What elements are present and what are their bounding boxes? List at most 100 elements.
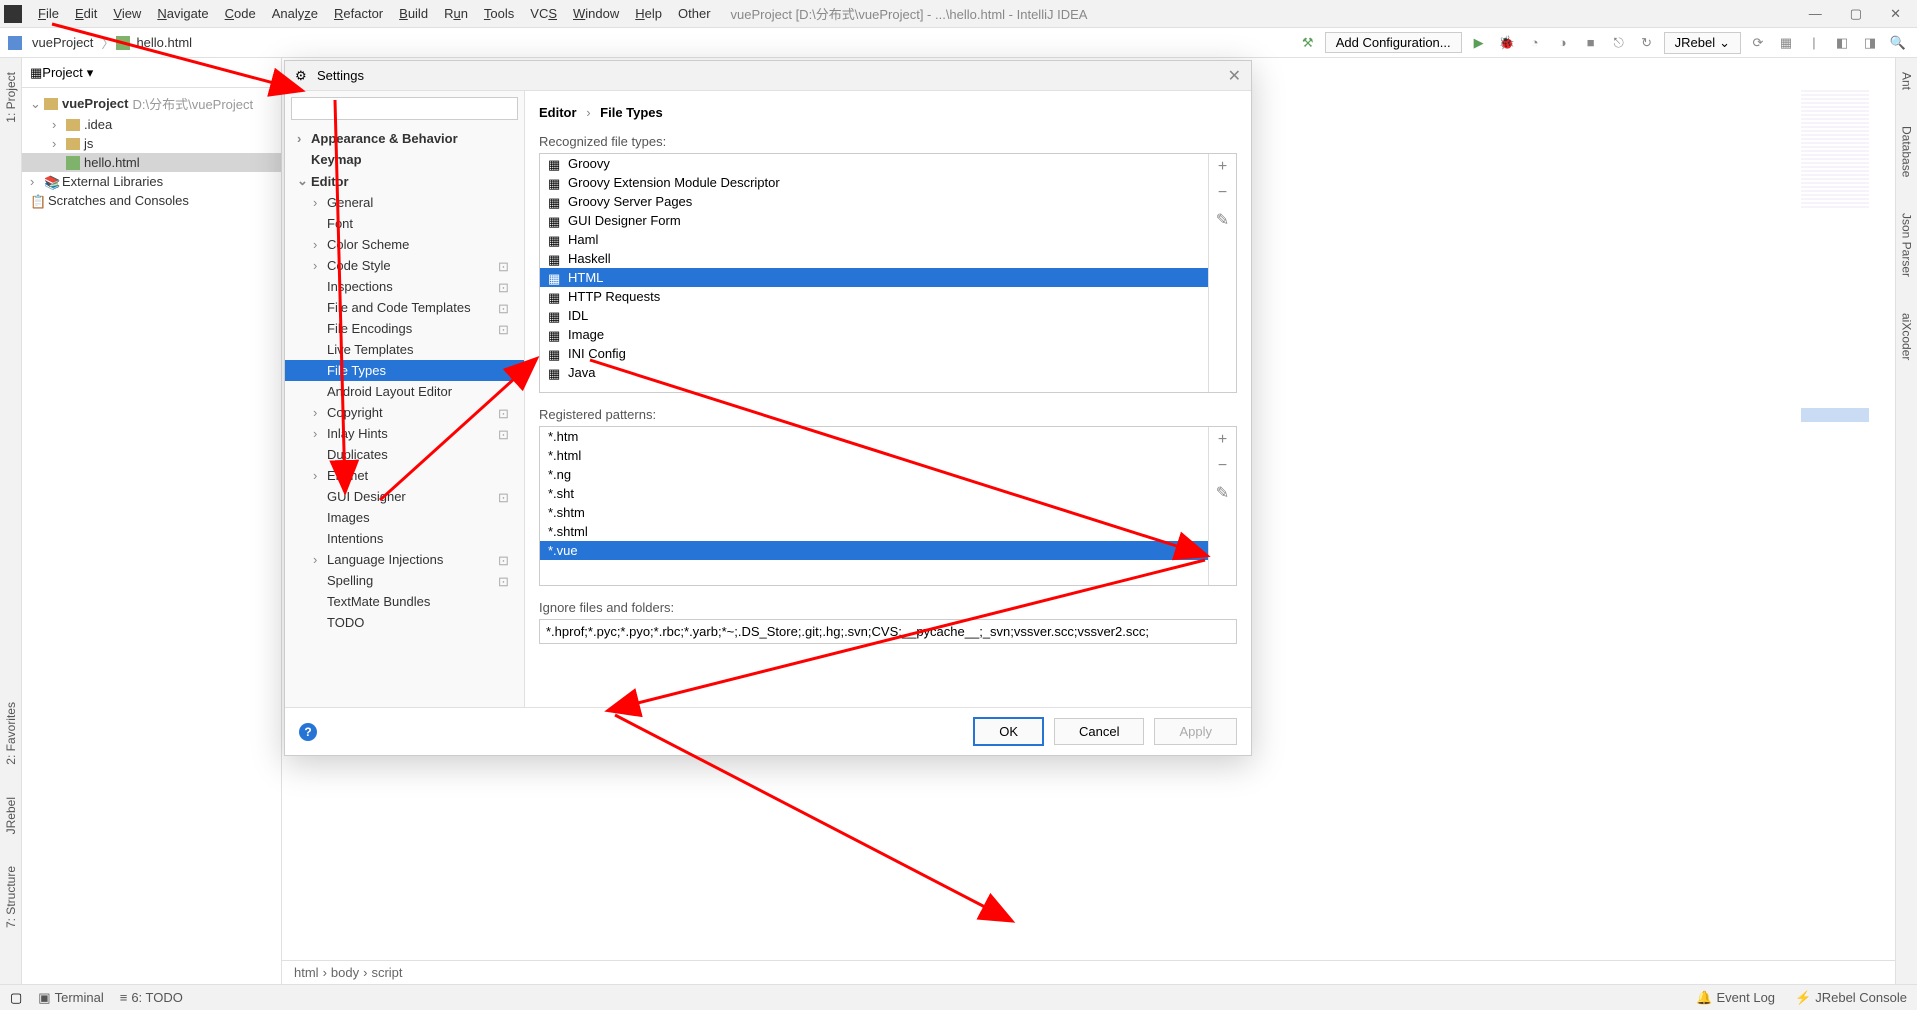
settings-tree-item[interactable]: ›General	[285, 192, 524, 213]
filetype-item[interactable]: ▦Groovy	[540, 154, 1208, 173]
menu-analyze[interactable]: Analyze	[264, 6, 326, 21]
menu-file[interactable]: File	[30, 6, 67, 21]
edit-icon[interactable]: ✎	[1216, 210, 1229, 230]
settings-tree-item[interactable]: Images	[285, 507, 524, 528]
tree-scratches[interactable]: 📋 Scratches and Consoles	[22, 191, 281, 210]
menu-tools[interactable]: Tools	[476, 6, 522, 21]
panel2-icon[interactable]: ◨	[1859, 32, 1881, 54]
pattern-item[interactable]: *.shtm	[540, 503, 1208, 522]
filetype-item[interactable]: ▦Groovy Extension Module Descriptor	[540, 173, 1208, 192]
ignore-input[interactable]	[539, 619, 1237, 644]
settings-tree-item[interactable]: ›Copyright⊡	[285, 402, 524, 423]
settings-tree-item[interactable]: Keymap	[285, 149, 524, 170]
pattern-item[interactable]: *.sht	[540, 484, 1208, 503]
pattern-item[interactable]: *.vue	[540, 541, 1208, 560]
menu-refactor[interactable]: Refactor	[326, 6, 391, 21]
minimap[interactable]	[1801, 90, 1869, 210]
help-icon[interactable]: ?	[299, 723, 317, 741]
settings-tree-item[interactable]: ›Code Style⊡	[285, 255, 524, 276]
menu-help[interactable]: Help	[627, 6, 670, 21]
filetype-item[interactable]: ▦HTML	[540, 268, 1208, 287]
settings-tree-item[interactable]: ›Language Injections⊡	[285, 549, 524, 570]
add-configuration-button[interactable]: Add Configuration...	[1325, 32, 1462, 53]
tab-favorites[interactable]: 2: Favorites	[2, 696, 20, 771]
attach-icon[interactable]: ⎋	[1608, 32, 1630, 54]
settings-tree-item[interactable]: File and Code Templates⊡	[285, 297, 524, 318]
ok-button[interactable]: OK	[973, 717, 1044, 746]
jrebel-console-button[interactable]: ⚡ JRebel Console	[1795, 990, 1907, 1006]
settings-tree-item[interactable]: ⌄Editor	[285, 170, 524, 192]
settings-tree-item[interactable]: Android Layout Editor	[285, 381, 524, 402]
settings-tree-item[interactable]: GUI Designer⊡	[285, 486, 524, 507]
panel-icon[interactable]: ◧	[1831, 32, 1853, 54]
menu-edit[interactable]: Edit	[67, 6, 105, 21]
settings-tree-item[interactable]: File Types	[285, 360, 524, 381]
project-title[interactable]: Project	[42, 65, 82, 80]
menu-window[interactable]: Window	[565, 6, 627, 21]
settings-tree-item[interactable]: Intentions	[285, 528, 524, 549]
settings-tree-item[interactable]: Duplicates	[285, 444, 524, 465]
pattern-item[interactable]: *.shtml	[540, 522, 1208, 541]
menu-view[interactable]: View	[105, 6, 149, 21]
jrebel-button[interactable]: JRebel⌄	[1664, 32, 1741, 54]
settings-search-input[interactable]	[291, 97, 518, 120]
add-icon[interactable]: +	[1218, 431, 1227, 449]
tree-external-libs[interactable]: › 📚 External Libraries	[22, 172, 281, 191]
settings-tree-item[interactable]: ›Color Scheme	[285, 234, 524, 255]
filetype-item[interactable]: ▦Java	[540, 363, 1208, 382]
apply-button[interactable]: Apply	[1154, 718, 1237, 745]
filetype-item[interactable]: ▦INI Config	[540, 344, 1208, 363]
edit-icon[interactable]: ✎	[1216, 483, 1229, 503]
hammer-icon[interactable]: ⚒	[1297, 32, 1319, 54]
cancel-button[interactable]: Cancel	[1054, 718, 1144, 745]
add-icon[interactable]: +	[1218, 158, 1227, 176]
tree-item-idea[interactable]: › .idea	[22, 115, 281, 134]
crumb-html[interactable]: html	[294, 965, 319, 980]
settings-tree-item[interactable]: Live Templates	[285, 339, 524, 360]
chevron-down-icon[interactable]: ▾	[87, 65, 94, 81]
settings-tree-item[interactable]: TextMate Bundles	[285, 591, 524, 612]
tree-root[interactable]: ⌄ vueProject D:\分布式\vueProject	[22, 92, 281, 115]
filetype-item[interactable]: ▦Groovy Server Pages	[540, 192, 1208, 211]
update-icon[interactable]: ↻	[1636, 32, 1658, 54]
todo-button[interactable]: ≡ 6: TODO	[120, 990, 183, 1005]
filetype-item[interactable]: ▦Haskell	[540, 249, 1208, 268]
status-square-icon[interactable]: ▢	[10, 990, 22, 1006]
maximize-icon[interactable]: ▢	[1850, 6, 1862, 22]
settings-tree-item[interactable]: Spelling⊡	[285, 570, 524, 591]
close-icon[interactable]: ✕	[1890, 6, 1901, 22]
pattern-item[interactable]: *.htm	[540, 427, 1208, 446]
remove-icon[interactable]: −	[1218, 184, 1227, 202]
settings-tree-item[interactable]: ›Emmet	[285, 465, 524, 486]
tab-jrebel[interactable]: JRebel	[2, 791, 20, 840]
menu-build[interactable]: Build	[391, 6, 436, 21]
settings-tree-item[interactable]: File Encodings⊡	[285, 318, 524, 339]
close-icon[interactable]: ✕	[1228, 66, 1241, 86]
pattern-item[interactable]: *.ng	[540, 465, 1208, 484]
tab-project[interactable]: 1: Project	[2, 66, 20, 129]
menu-run[interactable]: Run	[436, 6, 476, 21]
filetype-item[interactable]: ▦Image	[540, 325, 1208, 344]
menu-code[interactable]: Code	[217, 6, 264, 21]
patterns-list[interactable]: *.htm*.html*.ng*.sht*.shtm*.shtml*.vue	[540, 427, 1208, 585]
profile-icon[interactable]: ◑	[1552, 32, 1574, 54]
menu-vcs[interactable]: VCS	[522, 6, 565, 21]
pattern-item[interactable]: *.html	[540, 446, 1208, 465]
coverage-icon[interactable]: ◔	[1524, 32, 1546, 54]
filetypes-list[interactable]: ▦Groovy▦Groovy Extension Module Descript…	[540, 154, 1208, 392]
tab-aixcoder[interactable]: aiXcoder	[1898, 307, 1916, 366]
filetype-item[interactable]: ▦IDL	[540, 306, 1208, 325]
filetype-item[interactable]: ▦HTTP Requests	[540, 287, 1208, 306]
terminal-button[interactable]: ▣ Terminal	[38, 990, 103, 1006]
structure-icon[interactable]: ▦	[1775, 32, 1797, 54]
stop-icon[interactable]: ■	[1580, 32, 1602, 54]
tree-item-hello[interactable]: hello.html	[22, 153, 281, 172]
tab-ant[interactable]: Ant	[1898, 66, 1916, 96]
crumb-script[interactable]: script	[371, 965, 402, 980]
menu-navigate[interactable]: Navigate	[149, 6, 216, 21]
breadcrumb-file[interactable]: hello.html	[130, 33, 198, 52]
breadcrumb-root[interactable]: vueProject	[26, 33, 99, 52]
tab-json-parser[interactable]: Json Parser	[1898, 207, 1916, 283]
settings-tree[interactable]: ›Appearance & BehaviorKeymap⌄Editor›Gene…	[285, 126, 524, 707]
filetype-item[interactable]: ▦Haml	[540, 230, 1208, 249]
